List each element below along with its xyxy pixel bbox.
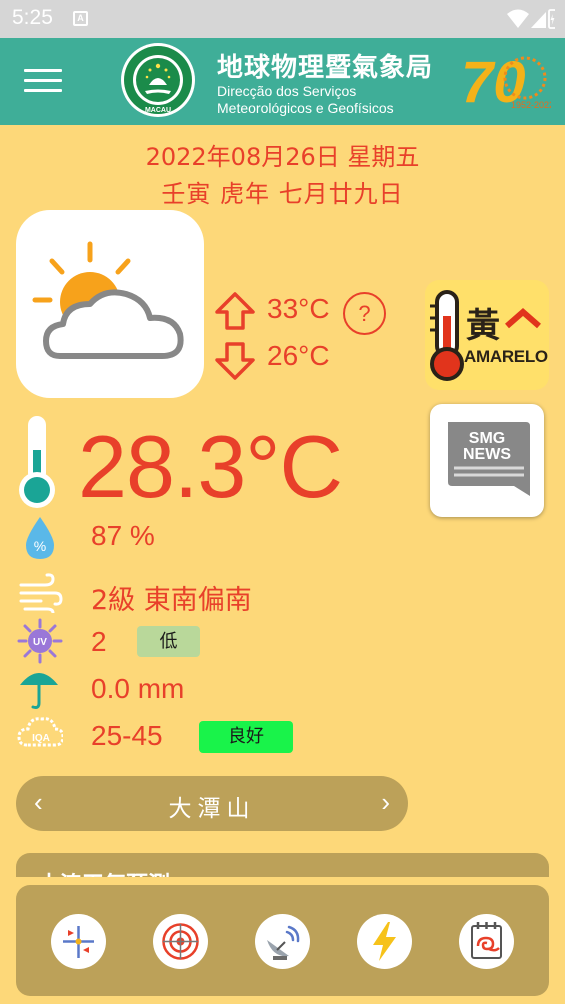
aqi-icon-label: IQA	[32, 733, 50, 744]
station-name: 大潭山	[168, 796, 256, 822]
wind-compass-icon	[63, 926, 94, 958]
wind-compass-button[interactable]	[51, 914, 106, 969]
news-bubble-icon: SMG NEWS	[448, 422, 530, 496]
humidity-value: 87 %	[91, 520, 155, 551]
wind-icon	[19, 573, 63, 613]
radar-button[interactable]	[153, 914, 208, 969]
uv-icon: UV	[17, 618, 63, 664]
app-bar: MACAU 地球物理暨氣象局 Direcção dos Serviços Met…	[0, 38, 565, 125]
typhoon-calendar-icon	[471, 922, 502, 959]
forecast-low-temp: 26°C	[267, 340, 330, 371]
app-title-pt: Direcção dos Serviços Meteorológicos e G…	[217, 83, 394, 117]
uv-icon-label: UV	[33, 637, 47, 648]
status-time: 5:25	[12, 6, 53, 29]
signal-icon	[531, 12, 546, 28]
arrow-down-icon	[215, 342, 255, 380]
thermometer-icon	[19, 416, 55, 508]
rainfall-value: 0.0 mm	[91, 673, 185, 704]
wifi-icon	[507, 9, 529, 28]
partly-cloudy-icon	[32, 241, 184, 359]
forecast-section-card[interactable]: 本澳天氣預測	[16, 853, 549, 877]
aqi-cloud-icon: IQA	[17, 717, 63, 747]
bottom-toolbar	[16, 885, 549, 996]
status-bar: 5:25 A	[0, 0, 565, 38]
svg-text:%: %	[34, 538, 46, 554]
forecast-weather-card[interactable]	[16, 210, 204, 398]
system-status-icons	[507, 9, 555, 29]
lightning-button[interactable]	[357, 914, 412, 969]
satellite-dish-icon	[267, 925, 300, 960]
emblem-text: MACAU	[145, 107, 171, 114]
app-title-pt-line1: Direcção dos Serviços	[217, 83, 357, 99]
current-temperature: 28.3°C	[78, 417, 343, 516]
station-selector[interactable]: ‹ 大潭山 ›	[16, 776, 408, 831]
aqi-value: 25-45	[91, 720, 163, 751]
arrow-up-icon	[215, 292, 255, 330]
forecast-section-title: 本澳天氣預測	[38, 867, 170, 877]
station-next-button[interactable]: ›	[381, 787, 390, 818]
typhoon-calendar-button[interactable]	[459, 914, 514, 969]
gregorian-date: 2022年08月26日 星期五	[145, 143, 420, 171]
warning-label-zh: 黃	[466, 306, 500, 346]
umbrella-icon	[20, 673, 58, 709]
news-line2: NEWS	[463, 446, 511, 463]
uv-value: 2	[91, 626, 107, 657]
news-line1: SMG	[469, 430, 505, 447]
app-title-zh: 地球物理暨氣象局	[217, 53, 434, 83]
app-title-pt-line2: Meteorológicos e Geofísicos	[217, 100, 394, 116]
warning-label-pt: AMARELO	[464, 347, 548, 366]
smg-news-button[interactable]: SMG NEWS	[430, 404, 544, 517]
menu-icon	[24, 69, 62, 72]
lightning-icon	[373, 922, 396, 961]
macau-emblem-icon: MACAU	[121, 43, 195, 117]
lunar-date: 壬寅 虎年 七月廿九日	[161, 180, 404, 208]
radar-icon	[162, 923, 199, 960]
battery-icon	[548, 9, 555, 29]
aqi-level-badge: 良好	[199, 721, 293, 753]
notification-badge: A	[73, 11, 88, 26]
anniversary-years: 1952-2022	[511, 100, 551, 110]
forecast-high-temp: 33°C	[267, 293, 330, 324]
menu-button[interactable]	[24, 69, 62, 93]
wind-value: 2級 東南偏南	[91, 585, 252, 616]
help-icon[interactable]: ?	[343, 292, 386, 335]
humidity-drop-icon: %	[26, 517, 54, 559]
satellite-button[interactable]	[255, 914, 310, 969]
uv-level-badge: 低	[137, 626, 200, 657]
70th-anniversary-logo-icon: 70 1952-2022	[461, 50, 551, 114]
